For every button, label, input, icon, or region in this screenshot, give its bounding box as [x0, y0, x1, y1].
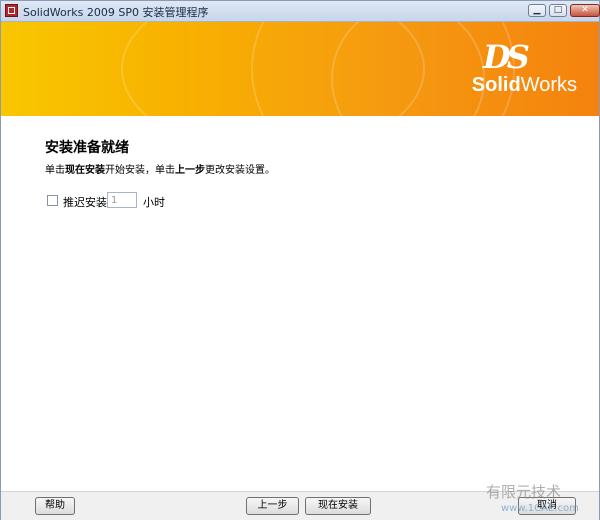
delay-install-checkbox[interactable] [47, 195, 58, 206]
watermark-url: www.1CAE.com [501, 503, 579, 514]
delay-hours-unit: 小时 [143, 196, 165, 209]
banner-decor-ring [331, 22, 485, 116]
delay-install-label[interactable]: 推迟安装 [63, 194, 107, 210]
instruction-text: 单击现在安装开始安装，单击上一步更改安装设置。 [45, 165, 275, 176]
installer-window: SolidWorks 2009 SP0 安装管理程序 ▁ □ ✕ DS Soli… [0, 0, 600, 520]
install-now-button[interactable]: 现在安装 [305, 497, 371, 515]
delay-hours-input[interactable] [107, 192, 137, 208]
window-title: SolidWorks 2009 SP0 安装管理程序 [23, 6, 209, 19]
watermark-title: 有限元技术 [486, 483, 562, 501]
maximize-button[interactable]: □ [549, 4, 567, 17]
close-button[interactable]: ✕ [570, 4, 600, 17]
brand-name: SolidWorks [471, 74, 577, 96]
title-bar[interactable]: SolidWorks 2009 SP0 安装管理程序 ▁ □ ✕ [1, 1, 600, 22]
page-title: 安装准备就绪 [45, 140, 129, 156]
back-button[interactable]: 上一步 [246, 497, 299, 515]
solidworks-logo: DS SolidWorks [472, 40, 577, 96]
minimize-button[interactable]: ▁ [528, 4, 546, 17]
ds-logo-icon: DS [482, 38, 530, 76]
help-button[interactable]: 帮助 [35, 497, 75, 515]
header-banner: DS SolidWorks [1, 22, 599, 116]
solidworks-app-icon [5, 4, 18, 17]
